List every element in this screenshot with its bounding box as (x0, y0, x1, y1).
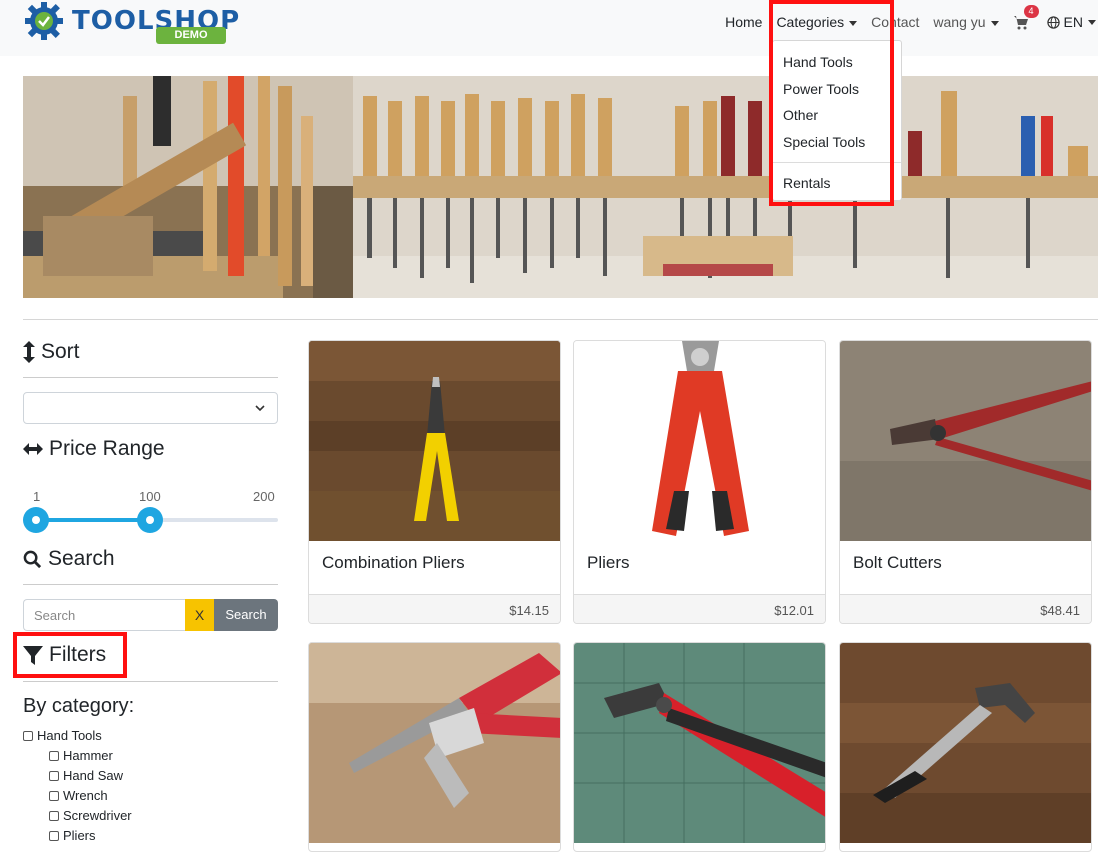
product-card[interactable] (308, 642, 561, 852)
nav-categories[interactable]: Categories (776, 14, 858, 30)
product-card[interactable] (839, 642, 1092, 852)
nav-links: Home Categories Contact wang yu 4 EN (725, 0, 1098, 44)
filter-pliers-label: Pliers (63, 828, 96, 843)
filters-heading: Filters (23, 643, 106, 667)
sidebar-divider (23, 377, 278, 378)
search-input[interactable]: Search (23, 599, 185, 631)
filter-wrench-label: Wrench (63, 788, 108, 803)
product-image-claw-hammer (840, 643, 1091, 843)
filters-heading-label: Filters (49, 643, 107, 666)
product-card[interactable]: Bolt Cutters $48.41 (839, 340, 1092, 624)
globe-icon (1046, 15, 1060, 29)
checkbox[interactable] (49, 830, 59, 841)
checkbox[interactable] (49, 790, 59, 801)
nav-user-menu[interactable]: wang yu (933, 14, 999, 30)
brand-badge: DEMO (156, 27, 226, 44)
filter-hammer-label: Hammer (63, 748, 113, 763)
price-slider-min-handle[interactable] (23, 507, 49, 533)
product-image-bolt-cutters (840, 341, 1091, 541)
checkbox[interactable] (23, 730, 33, 741)
filter-pliers[interactable]: Pliers (49, 828, 96, 843)
search-heading-label: Search (48, 547, 115, 570)
filter-hammer[interactable]: Hammer (49, 748, 113, 763)
product-name: Combination Pliers (322, 553, 465, 572)
search-heading: Search (23, 547, 115, 571)
caret-down-icon (849, 20, 858, 26)
product-card[interactable]: Pliers $12.01 (573, 340, 826, 624)
sort-heading-label: Sort (41, 340, 80, 363)
nav-cart[interactable]: 4 (1013, 5, 1039, 30)
search-clear-button[interactable]: X (185, 599, 214, 631)
nav-contact[interactable]: Contact (871, 14, 919, 30)
menu-item-other[interactable]: Other (783, 107, 818, 123)
checkbox[interactable] (49, 770, 59, 781)
cart-count-badge: 4 (1023, 5, 1039, 18)
price-max-label: 200 (253, 489, 275, 504)
sidebar-divider (23, 584, 278, 585)
price-slider-max-handle[interactable] (137, 507, 163, 533)
chevron-down-icon (255, 405, 265, 412)
product-footer: $14.15 (309, 594, 560, 623)
price-selected-label: 100 (139, 489, 161, 504)
product-price: $48.41 (1040, 603, 1080, 618)
categories-dropdown-menu: Hand Tools Power Tools Other Special Too… (772, 40, 902, 201)
price-range-heading-label: Price Range (49, 437, 165, 460)
sort-heading: Sort (23, 340, 80, 364)
product-price: $12.01 (774, 603, 814, 618)
nav-home[interactable]: Home (725, 14, 762, 30)
menu-item-special-tools[interactable]: Special Tools (783, 134, 865, 150)
brand-logo[interactable]: TOOLSHOP DEMO (22, 0, 239, 46)
menu-divider (773, 162, 901, 163)
filter-wrench[interactable]: Wrench (49, 788, 108, 803)
filter-screwdriver-label: Screwdriver (63, 808, 132, 823)
nav-language[interactable]: EN (1046, 14, 1096, 30)
sort-arrows-icon (23, 341, 35, 363)
caret-down-icon (990, 20, 999, 26)
product-card[interactable]: Combination Pliers $14.15 (308, 340, 561, 624)
product-image-water-pump-pliers (574, 643, 825, 843)
hero-banner (23, 76, 1098, 298)
menu-item-hand-tools[interactable]: Hand Tools (783, 54, 853, 70)
sort-select[interactable] (23, 392, 278, 424)
filter-icon (23, 645, 43, 665)
by-category-label: By category: (23, 695, 135, 717)
product-image-combination-pliers (309, 341, 560, 541)
product-footer: $48.41 (840, 594, 1091, 623)
product-image-pliers (574, 341, 825, 541)
navbar: TOOLSHOP DEMO Home Categories Contact wa… (0, 0, 1098, 56)
filter-hand-saw-label: Hand Saw (63, 768, 123, 783)
sidebar-divider (23, 681, 278, 682)
product-name: Bolt Cutters (853, 553, 942, 572)
menu-item-rentals[interactable]: Rentals (783, 175, 830, 191)
product-name: Pliers (587, 553, 630, 572)
gear-check-icon (25, 2, 63, 40)
nav-language-label: EN (1063, 14, 1083, 30)
filter-hand-tools-label: Hand Tools (37, 728, 102, 743)
horizontal-arrows-icon (23, 443, 43, 455)
filter-hand-saw[interactable]: Hand Saw (49, 768, 123, 783)
checkbox[interactable] (49, 750, 59, 761)
search-icon (23, 550, 42, 568)
nav-user-label: wang yu (933, 14, 986, 30)
search-submit-button[interactable]: Search (214, 599, 278, 631)
product-image-long-nose-pliers (309, 643, 560, 843)
price-range-heading: Price Range (23, 437, 165, 461)
filter-screwdriver[interactable]: Screwdriver (49, 808, 132, 823)
product-card[interactable] (573, 642, 826, 852)
price-min-label: 1 (33, 489, 41, 504)
caret-down-icon (1088, 19, 1096, 25)
hero-tools-image (23, 76, 1098, 298)
product-price: $14.15 (509, 603, 549, 618)
checkbox[interactable] (49, 810, 59, 821)
product-footer: $12.01 (574, 594, 825, 623)
price-slider-fill (36, 518, 150, 522)
nav-categories-label: Categories (776, 14, 845, 30)
menu-item-power-tools[interactable]: Power Tools (783, 81, 859, 97)
filter-hand-tools[interactable]: Hand Tools (23, 728, 102, 743)
section-divider (23, 319, 1098, 320)
